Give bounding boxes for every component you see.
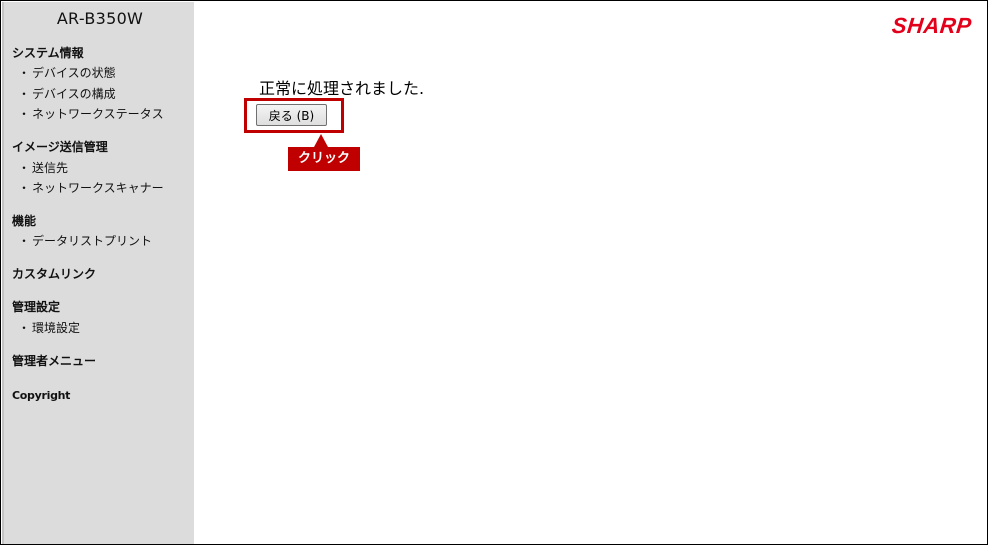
annotation-callout: クリック (288, 147, 360, 171)
annotation-highlight-box (244, 98, 344, 133)
sidebar-section-system-info[interactable]: システム情報 (12, 44, 84, 61)
sidebar-item-label: 送信先 (32, 161, 69, 175)
sidebar-item-label: データリストプリント (32, 234, 153, 248)
sidebar-item-data-list-print[interactable]: ・データリストプリント (18, 232, 152, 249)
sidebar-section-admin-menu[interactable]: 管理者メニュー (12, 352, 96, 369)
sidebar-item-label: ネットワークスキャナー (32, 181, 164, 195)
browser-frame: AR-B350W システム情報 ・デバイスの状態 ・デバイスの構成 ・ネットワー… (0, 0, 988, 545)
sidebar-section-image-send[interactable]: イメージ送信管理 (12, 138, 108, 155)
bullet: ・ (18, 87, 31, 101)
sidebar-section-custom-links[interactable]: カスタムリンク (12, 265, 96, 282)
sharp-logo: SHARP (891, 13, 974, 38)
sidebar-item-device-config[interactable]: ・デバイスの構成 (18, 85, 116, 102)
sidebar-item-label: ネットワークステータス (32, 107, 164, 121)
sidebar-item-label: デバイスの構成 (32, 87, 116, 101)
bullet: ・ (18, 321, 31, 335)
bullet: ・ (18, 161, 31, 175)
sidebar: AR-B350W システム情報 ・デバイスの状態 ・デバイスの構成 ・ネットワー… (2, 2, 194, 544)
sidebar-item-network-status[interactable]: ・ネットワークステータス (18, 105, 164, 122)
sidebar-item-network-scanner[interactable]: ・ネットワークスキャナー (18, 179, 164, 196)
sidebar-item-environment-settings[interactable]: ・環境設定 (18, 319, 80, 336)
annotation-callout-pointer (314, 134, 328, 147)
copyright-link[interactable]: Copyright (12, 389, 70, 402)
bullet: ・ (18, 181, 31, 195)
bullet: ・ (18, 234, 31, 248)
sidebar-section-admin-settings[interactable]: 管理設定 (12, 298, 60, 315)
success-message: 正常に処理されました. (259, 79, 425, 98)
sidebar-item-destinations[interactable]: ・送信先 (18, 159, 68, 176)
sidebar-item-label: デバイスの状態 (32, 66, 116, 80)
sidebar-item-label: 環境設定 (32, 321, 81, 335)
sidebar-section-functions[interactable]: 機能 (12, 212, 36, 229)
sidebar-item-device-status[interactable]: ・デバイスの状態 (18, 64, 116, 81)
model-name: AR-B350W (56, 9, 144, 28)
bullet: ・ (18, 107, 31, 121)
bullet: ・ (18, 66, 31, 80)
